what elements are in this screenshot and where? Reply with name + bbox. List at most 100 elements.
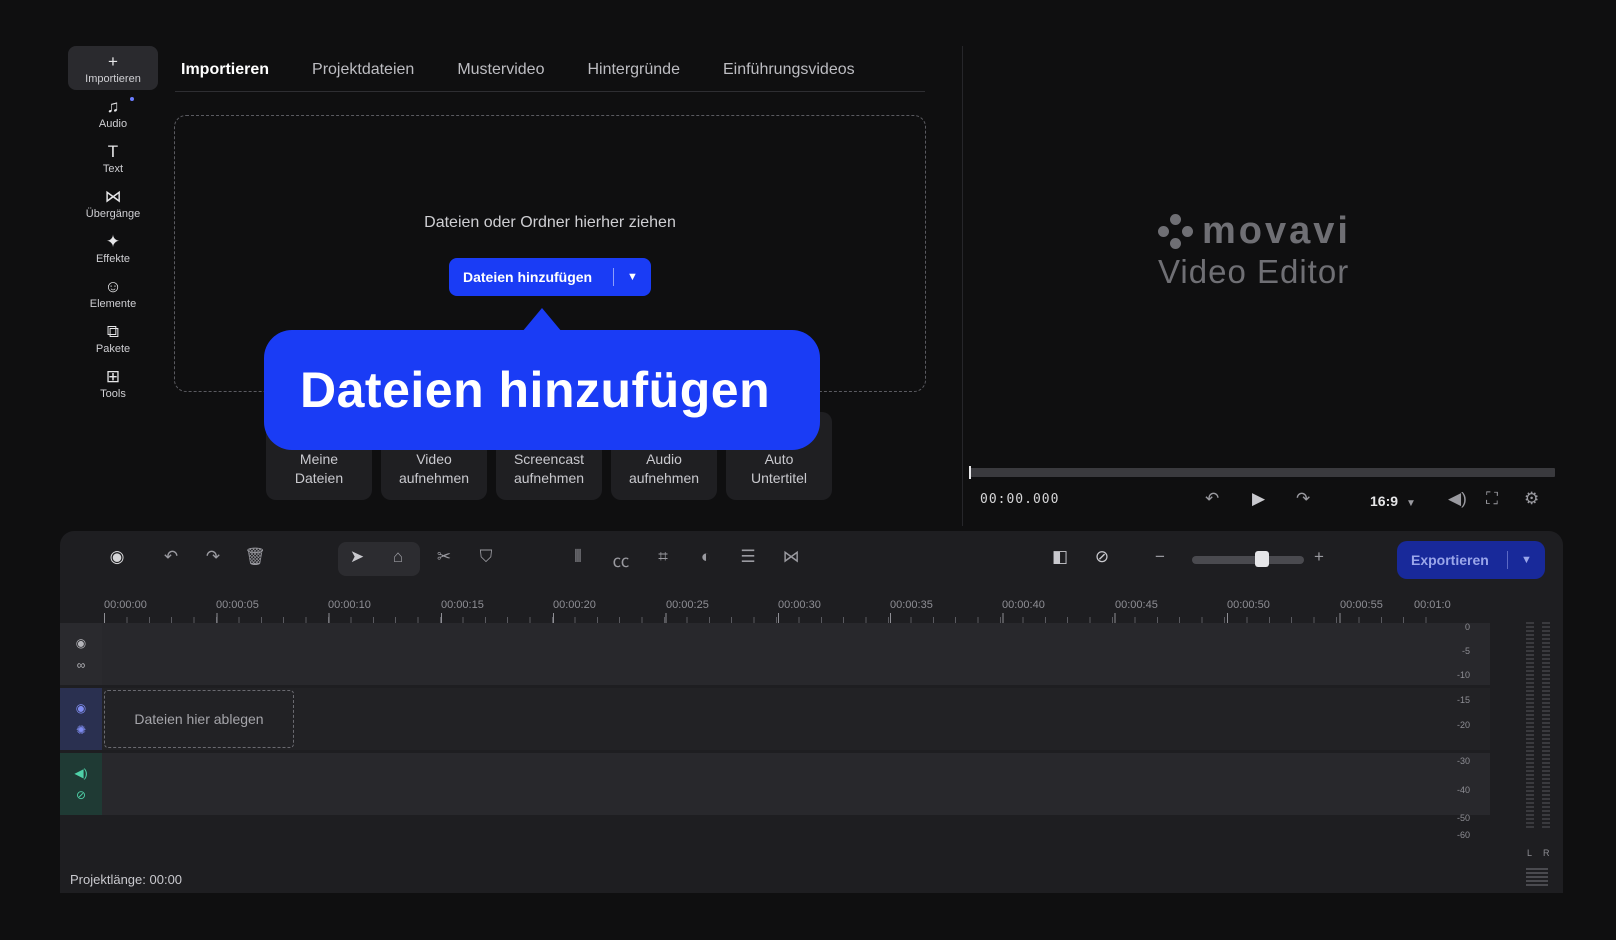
track-audio: ◀) ⊘ bbox=[60, 753, 1490, 815]
sliders-icon[interactable]: ☰ bbox=[735, 547, 761, 567]
tab-importieren[interactable]: Importieren bbox=[175, 61, 275, 79]
waveform-icon[interactable]: ⦀ bbox=[565, 547, 591, 567]
undo-icon[interactable]: ↶ bbox=[158, 547, 184, 567]
drop-files-here[interactable]: Dateien hier ablegen bbox=[104, 690, 294, 748]
meter-label: 0 bbox=[1464, 622, 1470, 632]
gear-icon[interactable]: ⚙ bbox=[1524, 489, 1539, 509]
sidebar-item-audio[interactable]: ♫ Audio bbox=[68, 91, 158, 135]
tutorial-callout: Dateien hinzufügen bbox=[264, 330, 820, 450]
sidebar-item-label: Tools bbox=[100, 387, 126, 400]
sidebar-item-label: Übergänge bbox=[85, 207, 141, 220]
transitions-icon: ⋈ bbox=[104, 186, 122, 206]
sparkle-icon[interactable]: ✺ bbox=[76, 723, 86, 737]
select-arrow-icon[interactable]: ➤ bbox=[344, 547, 370, 567]
aspect-ratio-select[interactable]: 16:9 ▼ bbox=[1370, 493, 1416, 509]
meter-label: -30 bbox=[1456, 756, 1470, 766]
meter-label: -10 bbox=[1456, 670, 1470, 680]
crop-icon[interactable]: ⌗ bbox=[650, 547, 676, 567]
text-icon: T bbox=[107, 141, 119, 161]
eye-icon[interactable]: ◉ bbox=[76, 636, 86, 650]
audio-detach-icon[interactable]: ◧ bbox=[1047, 547, 1073, 567]
callout-pointer bbox=[522, 308, 562, 332]
timeline-toolbar: ◉ ↶ ↷ 🗑 ➤ ⌂ ✂ ⛉ ⦀ ㏄ ⌗ ◐ ☰ ⋈ ◧ ⊘ − + Expo… bbox=[60, 531, 1563, 587]
step-back-icon[interactable]: ↶ bbox=[1205, 489, 1219, 509]
meter-label: -60 bbox=[1456, 830, 1470, 840]
sidebar-item-importieren[interactable]: + Importieren bbox=[68, 46, 158, 90]
meter-label: -20 bbox=[1456, 720, 1470, 730]
project-length: Projektlänge: 00:00 bbox=[70, 872, 183, 887]
grid-toggle-icon[interactable] bbox=[1526, 868, 1548, 886]
drop-hint: Dateien oder Ordner hierher ziehen bbox=[424, 214, 676, 231]
import-tabs: Importieren Projektdateien Mustervideo H… bbox=[175, 48, 925, 92]
marker-tag-icon[interactable]: ⌂ bbox=[385, 547, 411, 567]
sidebar-item-pakete[interactable]: ⧉ Pakete bbox=[68, 316, 158, 360]
quick-label-line2: aufnehmen bbox=[628, 470, 700, 486]
export-label: Exportieren bbox=[1411, 552, 1489, 568]
link-icon[interactable]: ∞ bbox=[77, 658, 86, 672]
sidebar-item-label: Importieren bbox=[85, 72, 141, 85]
quick-label-line1: Meine bbox=[299, 451, 339, 467]
add-files-button[interactable]: Dateien hinzufügen ▼ bbox=[449, 258, 651, 296]
trash-icon[interactable]: 🗑 bbox=[242, 547, 268, 567]
panel-divider[interactable] bbox=[962, 46, 963, 526]
quick-label-line1: Screencast bbox=[513, 451, 585, 467]
ruler-label: 00:00:50 bbox=[1227, 599, 1270, 611]
logo-mark-icon bbox=[1158, 213, 1194, 250]
ruler-label: 00:00:00 bbox=[104, 599, 147, 611]
smiley-icon: ☺ bbox=[104, 276, 122, 296]
fullscreen-icon[interactable]: ⛶ bbox=[1486, 489, 1498, 509]
shield-icon[interactable]: ⛉ bbox=[473, 547, 499, 567]
zoom-slider-handle[interactable] bbox=[1255, 551, 1269, 567]
quick-label-line1: Audio bbox=[646, 451, 682, 467]
magnet-link-icon[interactable]: ⊘ bbox=[1089, 547, 1115, 567]
redo-icon[interactable]: ↷ bbox=[200, 547, 226, 567]
chevron-down-icon[interactable]: ▼ bbox=[614, 271, 651, 283]
ruler-label: 00:00:10 bbox=[328, 599, 371, 611]
sidebar-item-tools[interactable]: ⊞ Tools bbox=[68, 361, 158, 405]
track-body[interactable]: Dateien hier ablegen bbox=[102, 688, 1490, 750]
ruler-label: 00:00:25 bbox=[666, 599, 709, 611]
step-forward-icon[interactable]: ↷ bbox=[1296, 489, 1310, 509]
quick-label-line1: Video bbox=[416, 451, 452, 467]
tab-hintergruende[interactable]: Hintergründe bbox=[581, 61, 686, 79]
captions-icon[interactable]: ㏄ bbox=[608, 547, 634, 572]
zoom-slider[interactable] bbox=[1192, 556, 1304, 564]
volume-icon[interactable]: ◀) bbox=[1448, 489, 1467, 509]
meter-left-label: L bbox=[1527, 848, 1533, 858]
ruler-label: 00:00:15 bbox=[441, 599, 484, 611]
sidebar-item-label: Elemente bbox=[89, 297, 137, 310]
preview-timecode: 00:00.000 bbox=[980, 492, 1060, 507]
tab-einfuehrungsvideos[interactable]: Einführungsvideos bbox=[717, 61, 861, 79]
movavi-logo: movavi Video Editor bbox=[1158, 210, 1378, 291]
eye-icon[interactable]: ◉ bbox=[76, 701, 86, 715]
transition-icon[interactable]: ⋈ bbox=[778, 547, 804, 567]
timeline-ruler[interactable]: 00:00:00 00:00:05 00:00:10 00:00:15 00:0… bbox=[104, 587, 1451, 623]
sidebar-item-elemente[interactable]: ☺ Elemente bbox=[68, 271, 158, 315]
notification-dot bbox=[130, 97, 134, 101]
sidebar-item-effekte[interactable]: ✦ Effekte bbox=[68, 226, 158, 270]
track-body[interactable] bbox=[102, 753, 1490, 815]
tab-projektdateien[interactable]: Projektdateien bbox=[306, 61, 420, 79]
ruler-label: 00:00:55 bbox=[1340, 599, 1383, 611]
quick-label-line2: aufnehmen bbox=[513, 470, 585, 486]
chevron-down-icon[interactable]: ▼ bbox=[1508, 554, 1545, 566]
playhead[interactable] bbox=[969, 466, 971, 479]
color-adjust-icon[interactable]: ◐ bbox=[693, 547, 719, 567]
tab-mustervideo[interactable]: Mustervideo bbox=[451, 61, 550, 79]
preview-progress-bar[interactable] bbox=[969, 466, 1555, 479]
speaker-icon[interactable]: ◀) bbox=[74, 766, 87, 780]
zoom-out-icon[interactable]: − bbox=[1147, 547, 1173, 567]
export-button[interactable]: Exportieren ▼ bbox=[1397, 541, 1545, 579]
meter-label: -5 bbox=[1461, 646, 1470, 656]
meter-right-label: R bbox=[1543, 848, 1550, 858]
scissors-icon[interactable]: ✂ bbox=[431, 547, 457, 567]
sidebar-item-text[interactable]: T Text bbox=[68, 136, 158, 180]
sidebar: + Importieren ♫ Audio T Text ⋈ Übergänge… bbox=[68, 46, 158, 406]
zoom-in-icon[interactable]: + bbox=[1306, 547, 1332, 567]
play-icon[interactable]: ▶ bbox=[1252, 489, 1265, 509]
track-body[interactable] bbox=[102, 623, 1490, 685]
record-icon[interactable]: ◉ bbox=[104, 547, 130, 567]
logo-wordmark: movavi bbox=[1202, 210, 1351, 252]
unlink-icon[interactable]: ⊘ bbox=[76, 788, 86, 802]
sidebar-item-uebergaenge[interactable]: ⋈ Übergänge bbox=[68, 181, 158, 225]
